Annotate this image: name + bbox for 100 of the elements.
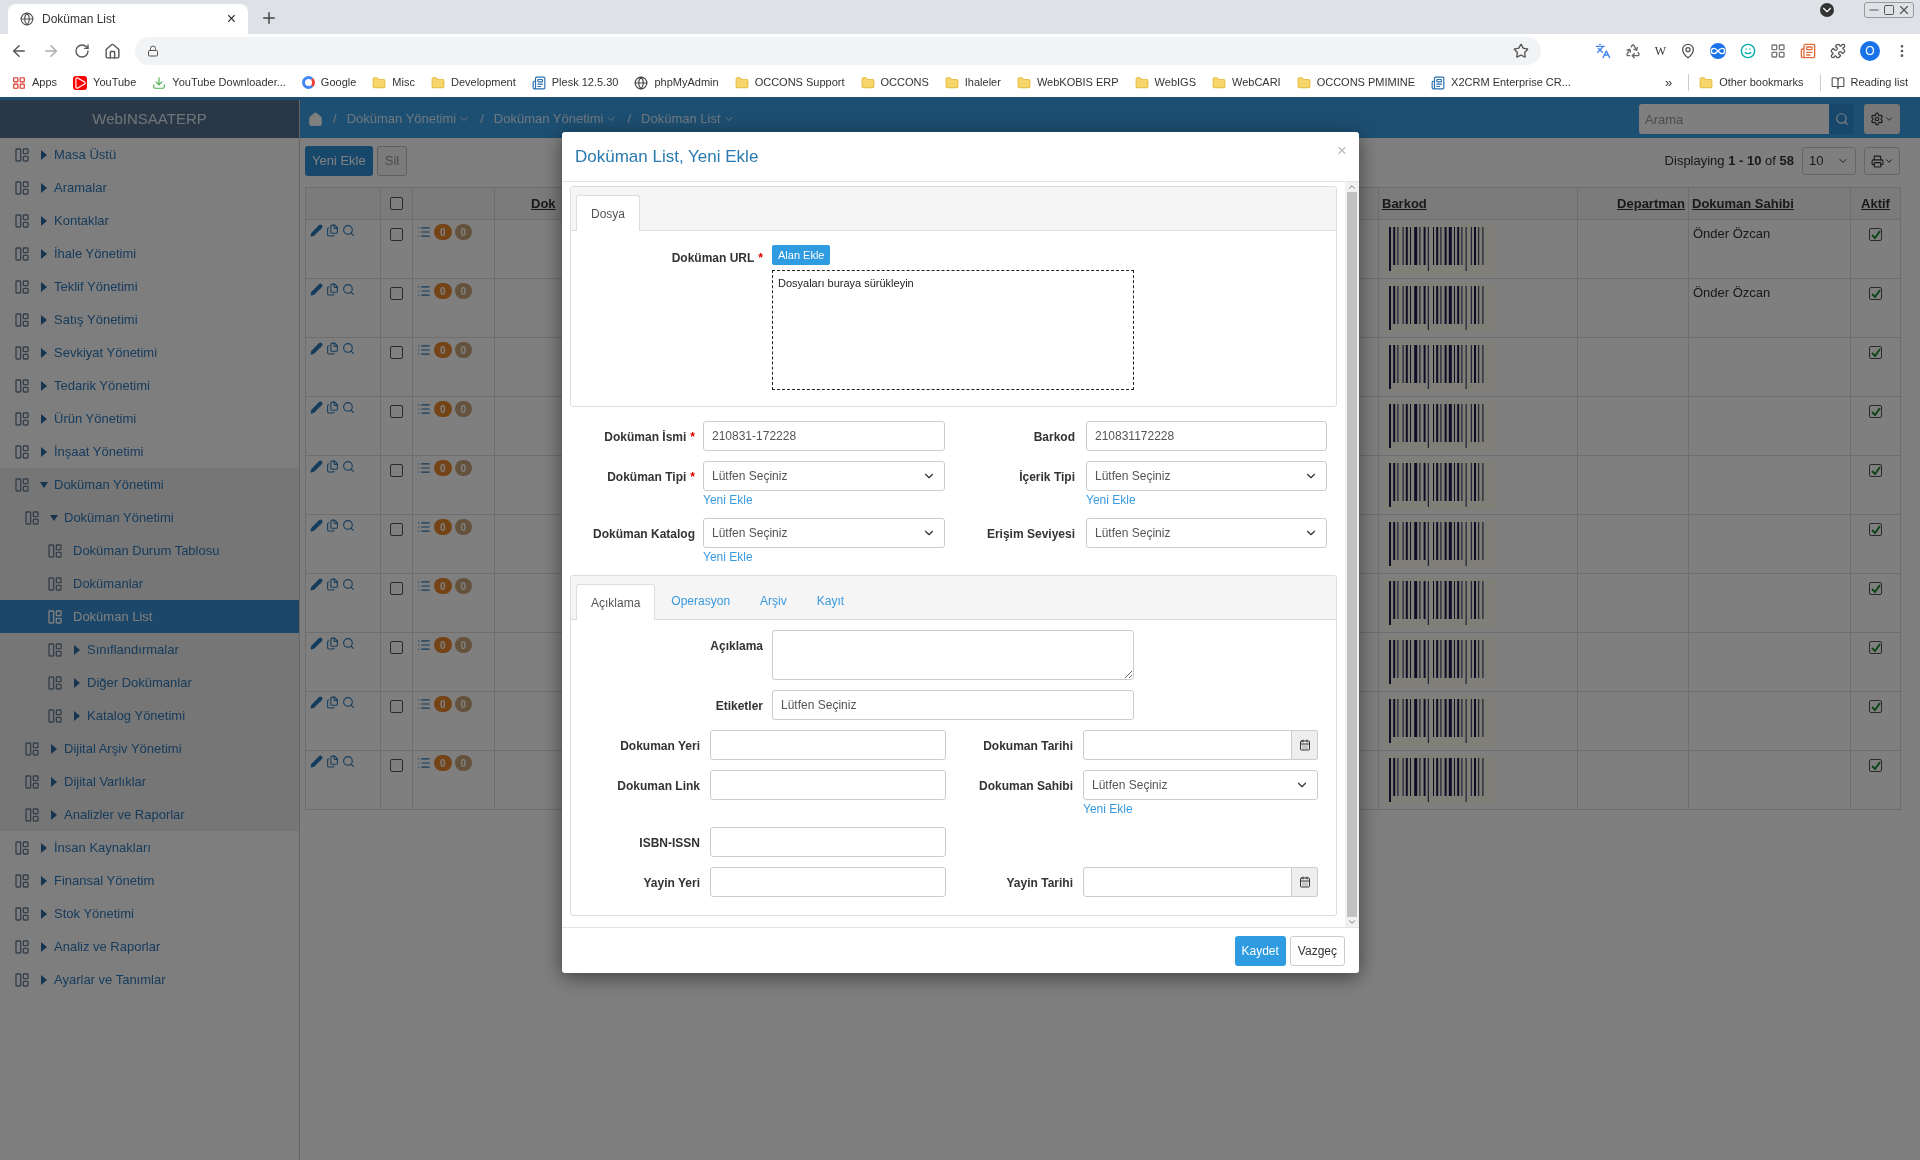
search-icon[interactable] — [342, 755, 355, 768]
copy-icon[interactable] — [326, 342, 339, 355]
infinity-icon[interactable] — [1710, 43, 1726, 59]
list-icon[interactable] — [417, 638, 431, 652]
select-field[interactable]: Lütfen Seçiniz — [703, 518, 945, 548]
sidebar-item[interactable]: Tedarik Yönetimi — [0, 369, 299, 402]
list-icon[interactable] — [417, 343, 431, 357]
row-checkbox[interactable] — [390, 700, 403, 713]
caret-right-icon[interactable] — [40, 149, 48, 160]
extension-button[interactable]: W — [1654, 42, 1666, 60]
search-icon[interactable] — [342, 696, 355, 709]
list-icon[interactable] — [417, 697, 431, 711]
sidebar-item[interactable]: Masa Üstü — [0, 138, 299, 171]
search-button[interactable] — [1829, 104, 1854, 134]
footer-button[interactable]: Vazgeç — [1289, 935, 1345, 966]
panel-tab[interactable]: Arşiv — [746, 583, 801, 619]
caret-right-icon[interactable] — [40, 248, 48, 259]
bookmark-item[interactable]: X2CRM Enterprise CR... — [1431, 74, 1571, 91]
sidebar-item[interactable]: Aramalar — [0, 171, 299, 204]
bookmark-star-icon[interactable] — [1512, 43, 1529, 59]
sidebar-item[interactable]: Finansal Yönetim — [0, 864, 299, 897]
translate-icon[interactable] — [1594, 43, 1611, 59]
copy-icon[interactable] — [326, 519, 339, 532]
copy-icon[interactable] — [326, 578, 339, 591]
bookmark-item[interactable]: Misc — [372, 74, 415, 91]
row-checkbox[interactable] — [390, 759, 403, 772]
search-icon[interactable] — [342, 637, 355, 650]
sidebar-item[interactable]: Sınıflandırmalar — [0, 633, 299, 666]
caret-right-icon[interactable] — [40, 380, 48, 391]
bookmark-item[interactable]: YouTube — [73, 74, 137, 91]
caret-right-icon[interactable] — [40, 908, 48, 919]
text-field[interactable] — [710, 867, 946, 897]
bookmark-item[interactable]: WebKOBIS ERP — [1016, 74, 1119, 91]
list-icon[interactable] — [417, 579, 431, 593]
select-field[interactable]: Lütfen Seçiniz — [1083, 770, 1318, 800]
print-dropdown-button[interactable] — [1864, 147, 1900, 175]
select-field[interactable]: Lütfen Seçiniz — [1086, 518, 1327, 548]
search-icon[interactable] — [342, 401, 355, 414]
search-icon[interactable] — [342, 460, 355, 473]
caret-right-icon[interactable] — [40, 215, 48, 226]
extensions-icon[interactable] — [1830, 43, 1846, 59]
edit-icon[interactable] — [310, 696, 323, 709]
caret-right-icon[interactable] — [73, 677, 81, 688]
bookmark-item[interactable]: phpMyAdmin — [634, 74, 719, 91]
scroll-down-icon[interactable] — [1347, 917, 1357, 927]
text-field[interactable] — [710, 730, 946, 760]
active-checkbox[interactable] — [1869, 582, 1882, 595]
date-field[interactable] — [1083, 867, 1292, 897]
caret-right-icon[interactable] — [40, 314, 48, 325]
home-icon[interactable] — [104, 42, 121, 60]
active-checkbox[interactable] — [1869, 228, 1882, 241]
active-checkbox[interactable] — [1869, 523, 1882, 536]
edit-icon[interactable] — [310, 401, 323, 414]
caret-right-icon[interactable] — [40, 875, 48, 886]
text-field[interactable]: 210831172228 — [1086, 421, 1327, 451]
active-checkbox[interactable] — [1869, 641, 1882, 654]
list-icon[interactable] — [417, 225, 431, 239]
sidebar-item[interactable]: Satış Yönetimi — [0, 303, 299, 336]
search-icon[interactable] — [342, 224, 355, 237]
column-header[interactable]: Dok — [531, 195, 556, 211]
sidebar-item[interactable]: Doküman Yönetimi — [0, 501, 299, 534]
caret-right-icon[interactable] — [50, 809, 58, 820]
tab-search-icon[interactable] — [1820, 3, 1834, 17]
add-new-link[interactable]: Yeni Ekle — [703, 492, 945, 508]
sidebar-item[interactable]: İnşaat Yönetimi — [0, 435, 299, 468]
select-all-checkbox[interactable] — [390, 197, 403, 210]
edit-icon[interactable] — [310, 224, 323, 237]
scroll-up-icon[interactable] — [1347, 182, 1357, 192]
recycle-icon[interactable] — [1624, 43, 1641, 59]
sidebar-item[interactable]: İnsan Kaynakları — [0, 831, 299, 864]
back-icon[interactable] — [10, 42, 28, 60]
footer-button[interactable]: Kaydet — [1234, 935, 1286, 966]
caret-right-icon[interactable] — [73, 710, 81, 721]
sidebar-item[interactable]: Dokümanlar — [0, 567, 299, 600]
caret-right-icon[interactable] — [40, 413, 48, 424]
bookmark-item[interactable]: OCCONS Support — [734, 74, 845, 91]
sidebar-item[interactable]: Stok Yönetimi — [0, 897, 299, 930]
scrollbar[interactable] — [1345, 182, 1359, 927]
add-new-link[interactable]: Yeni Ekle — [703, 549, 945, 565]
edit-icon[interactable] — [310, 578, 323, 591]
bookmark-item[interactable]: Ihaleler — [944, 74, 1001, 91]
row-checkbox[interactable] — [390, 464, 403, 477]
row-checkbox[interactable] — [390, 582, 403, 595]
search-icon[interactable] — [342, 283, 355, 296]
bookmark-item[interactable]: OCCONS — [860, 74, 929, 91]
edit-icon[interactable] — [310, 637, 323, 650]
caret-right-icon[interactable] — [40, 842, 48, 853]
caret-right-icon[interactable] — [40, 182, 48, 193]
sidebar-item[interactable]: Analiz ve Raporlar — [0, 930, 299, 963]
caret-right-icon[interactable] — [50, 776, 58, 787]
sidebar-item[interactable]: Sevkiyat Yönetimi — [0, 336, 299, 369]
bookmarks-overflow-button[interactable]: » — [1664, 72, 1673, 93]
caret-right-icon[interactable] — [40, 347, 48, 358]
copy-icon[interactable] — [326, 460, 339, 473]
copy-icon[interactable] — [326, 283, 339, 296]
edit-icon[interactable] — [310, 342, 323, 355]
grid-icon[interactable] — [1770, 43, 1786, 59]
sidebar-item[interactable]: Doküman Yönetimi — [0, 468, 299, 501]
other-bookmarks-item[interactable]: Other bookmarks — [1688, 74, 1804, 91]
sidebar-item[interactable]: Doküman Durum Tablosu — [0, 534, 299, 567]
